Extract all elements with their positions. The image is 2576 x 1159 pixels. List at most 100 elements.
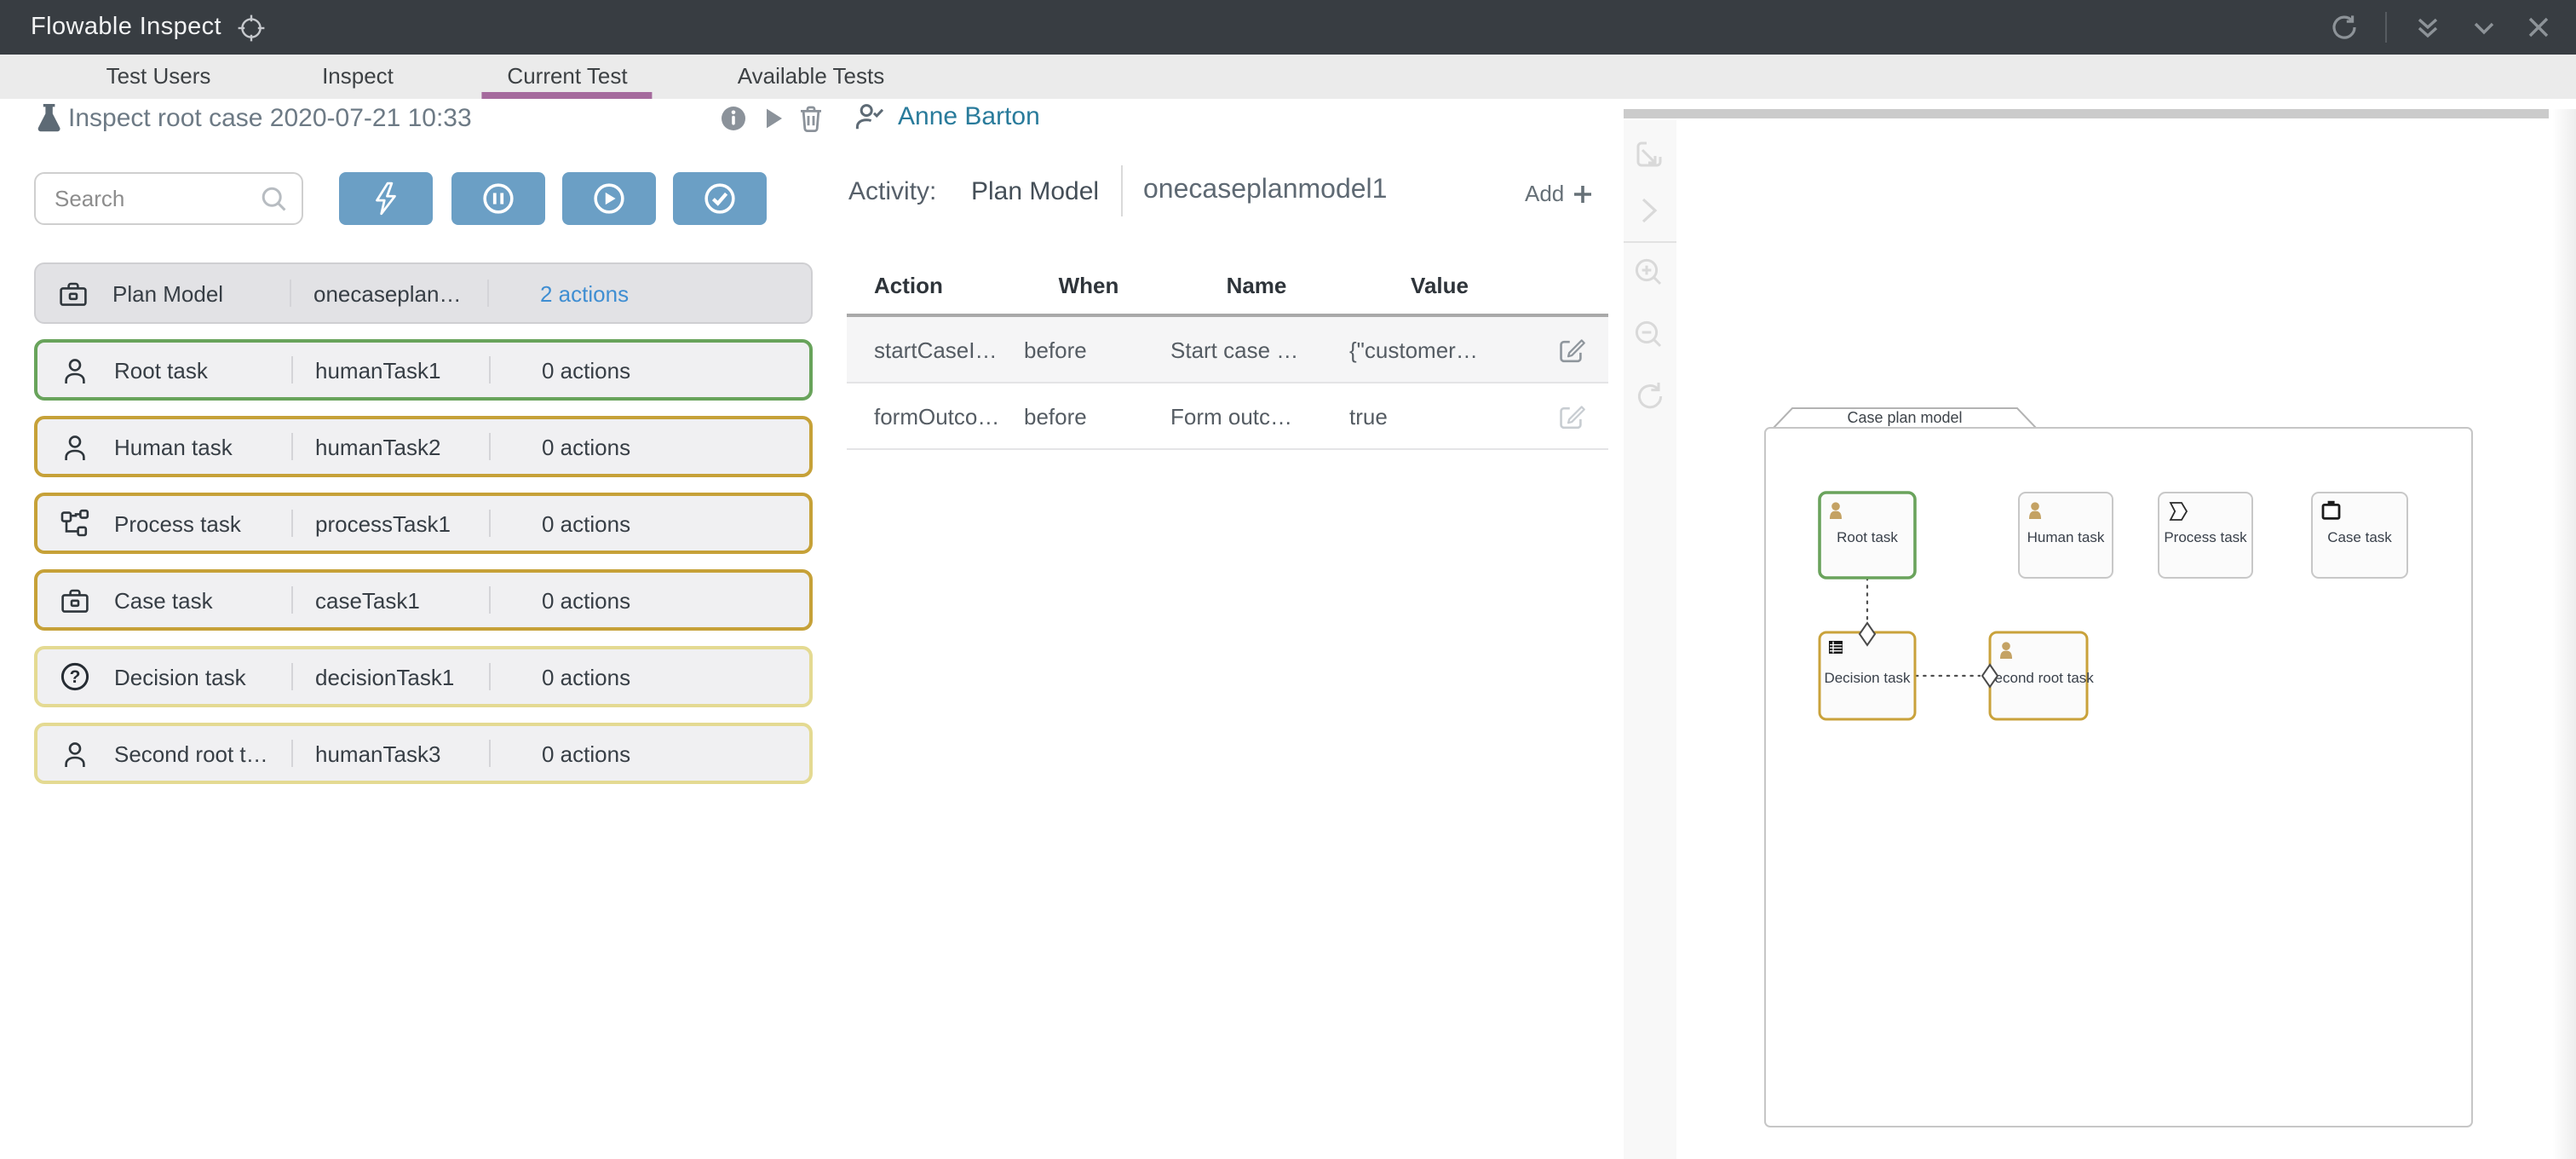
svg-text:Human task: Human task [2027, 529, 2105, 545]
check-circle-icon [704, 182, 736, 215]
user-icon [60, 432, 101, 461]
task-actions: 0 actions [542, 741, 630, 766]
svg-text:Second root task: Second root task [1985, 670, 2094, 686]
task-label: Root task [114, 357, 291, 383]
lightning-icon [369, 181, 403, 216]
task-label: Case task [114, 587, 291, 613]
plus-icon [1573, 183, 1593, 204]
pause-button[interactable] [451, 172, 544, 225]
task-actions: 0 actions [542, 434, 630, 459]
assignee-name: Anne Barton [898, 102, 1040, 131]
briefcase-icon [60, 585, 101, 614]
edit-action-button-disabled[interactable] [1533, 401, 1608, 430]
table-row[interactable]: formOutco… before Form outc… true [847, 383, 1608, 450]
close-icon[interactable] [2525, 14, 2552, 41]
tab-available-tests[interactable]: Available Tests [738, 55, 885, 99]
diagram-node-process-task[interactable]: Process task [2159, 493, 2252, 578]
diagram-node-second-root-task[interactable]: Second root task [1982, 632, 2094, 719]
svg-text:?: ? [70, 667, 81, 687]
test-run-title: Inspect root case 2020-07-21 10:33 [68, 104, 472, 133]
task-row-plan-model[interactable]: Plan Model onecaseplan… 2 actions [34, 262, 813, 324]
actions-table: Action When Name Value startCaseI… befor… [847, 256, 1608, 450]
question-circle-icon: ? [60, 661, 101, 692]
tab-bar: Test Users Inspect Current Test Availabl… [0, 55, 2576, 99]
svg-text:Root task: Root task [1837, 529, 1898, 545]
tab-test-users[interactable]: Test Users [106, 55, 211, 99]
decision-table-icon [1829, 641, 1843, 654]
play-icon[interactable] [762, 106, 785, 131]
cell-value: true [1346, 403, 1533, 429]
run-all-button[interactable] [339, 172, 433, 225]
briefcase-icon [58, 279, 99, 308]
activity-label: Activity: [848, 177, 936, 206]
tab-inspect[interactable]: Inspect [322, 55, 394, 99]
trash-icon[interactable] [797, 104, 825, 133]
cell-when: before [1010, 403, 1167, 429]
flowable-inspect-window: Flowable Inspect [0, 0, 2576, 1159]
task-row-second-root-task[interactable]: Second root t… humanTask3 0 actions [34, 723, 813, 784]
diagram-horizontal-scrollbar[interactable] [1624, 109, 2549, 118]
cell-name: Start case … [1167, 337, 1346, 362]
cell-value: {"customer… [1346, 337, 1533, 362]
task-id: humanTask3 [315, 741, 489, 766]
diagram-node-root-task[interactable]: Root task [1820, 493, 1915, 578]
double-chevron-down-icon[interactable] [2412, 12, 2443, 43]
refresh-icon[interactable] [2329, 12, 2360, 43]
assignee[interactable]: Anne Barton [855, 102, 1040, 131]
task-id: humanTask1 [315, 357, 489, 383]
task-actions: 0 actions [542, 664, 630, 689]
actions-table-header: Action When Name Value [847, 256, 1608, 317]
task-row-human-task[interactable]: Human task humanTask2 0 actions [34, 416, 813, 477]
play-circle-icon [593, 182, 625, 215]
task-id: processTask1 [315, 510, 489, 536]
chevron-down-icon[interactable] [2469, 12, 2499, 43]
user-check-icon [855, 102, 886, 131]
activity-name: Plan Model [971, 177, 1099, 206]
crosshair-icon [237, 13, 266, 42]
search-input[interactable] [36, 174, 273, 223]
svg-text:Process task: Process task [2164, 529, 2247, 545]
titlebar: Flowable Inspect [0, 0, 2576, 55]
svg-text:Case task: Case task [2327, 529, 2392, 545]
edit-action-button[interactable] [1533, 335, 1608, 364]
task-row-case-task[interactable]: Case task caseTask1 0 actions [34, 569, 813, 631]
diagram-node-case-task[interactable]: Case task [2312, 493, 2407, 578]
edit-icon [1556, 335, 1585, 364]
complete-button[interactable] [673, 172, 767, 225]
cell-action: startCaseI… [847, 337, 1010, 362]
task-id: caseTask1 [315, 587, 489, 613]
task-label: Human task [114, 434, 291, 459]
add-action-button[interactable]: Add [1525, 181, 1593, 206]
task-actions: 0 actions [542, 587, 630, 613]
cell-when: before [1010, 337, 1167, 362]
diagram-palette [1624, 120, 1676, 1159]
task-row-root-task[interactable]: Root task humanTask1 0 actions [34, 339, 813, 401]
task-id: humanTask2 [315, 434, 489, 459]
diagram-node-decision-task[interactable]: Decision task [1820, 623, 1915, 719]
activity-divider [1121, 165, 1123, 216]
col-name: Name [1167, 272, 1346, 297]
col-when: When [1010, 272, 1167, 297]
task-actions-link[interactable]: 2 actions [540, 280, 629, 306]
window-controls [2329, 0, 2576, 55]
active-tab-underline [482, 92, 653, 99]
magnifier-icon [261, 186, 288, 213]
cell-action: formOutco… [847, 403, 1010, 429]
task-label: Second root t… [114, 741, 291, 766]
edit-icon [1556, 401, 1585, 430]
activity-id: onecaseplanmodel1 [1143, 176, 1387, 206]
task-actions: 0 actions [542, 510, 630, 536]
info-icon[interactable] [721, 106, 746, 131]
diagram-node-human-task[interactable]: Human task [2019, 493, 2113, 578]
col-value: Value [1346, 272, 1533, 297]
table-row[interactable]: startCaseI… before Start case … {"custom… [847, 317, 1608, 383]
titlebar-separator [2385, 12, 2387, 43]
task-row-process-task[interactable]: Process task processTask1 0 actions [34, 493, 813, 554]
resume-button[interactable] [562, 172, 656, 225]
pause-circle-icon [481, 182, 514, 215]
task-id: decisionTask1 [315, 664, 489, 689]
task-row-decision-task[interactable]: ? Decision task decisionTask1 0 actions [34, 646, 813, 707]
tab-current-test[interactable]: Current Test [507, 55, 627, 99]
task-label: Decision task [114, 664, 291, 689]
task-actions: 0 actions [542, 357, 630, 383]
